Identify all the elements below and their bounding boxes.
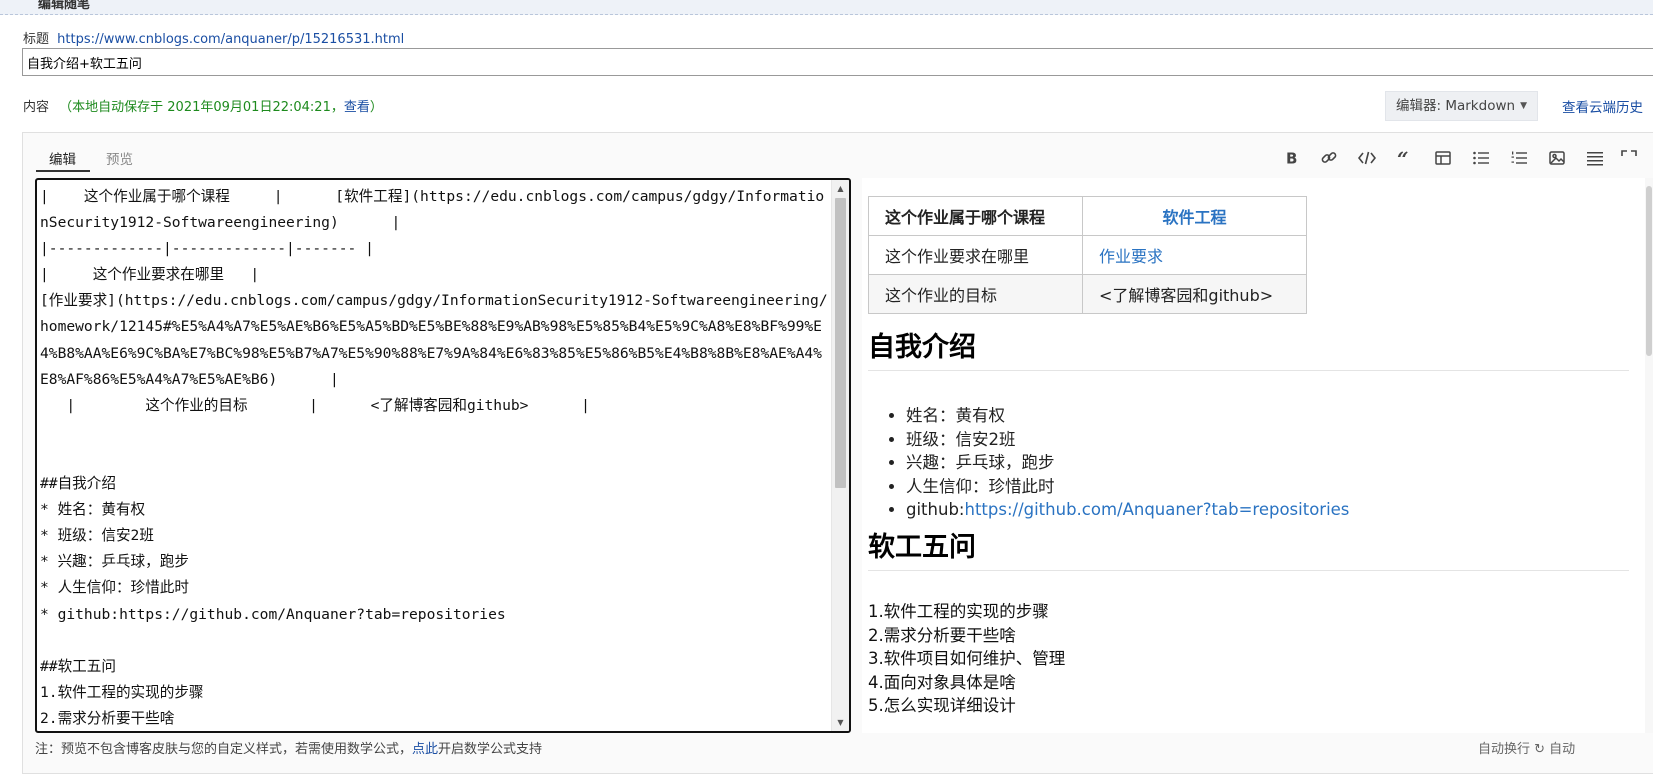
markdown-source-editor[interactable]: | 这个作业属于哪个课程 | [软件工程](https://edu.cnblog… bbox=[35, 178, 851, 733]
list-item: 4.面向对象具体是啥 bbox=[868, 672, 1016, 692]
autosave-status: （本地自动保存于 2021年09月01日22:04:21，查看） bbox=[59, 100, 383, 115]
math-enable-link[interactable]: 点此 bbox=[412, 742, 438, 757]
markdown-source-text[interactable]: | 这个作业属于哪个课程 | [软件工程](https://edu.cnblog… bbox=[40, 184, 830, 731]
table-cell: 这个作业属于哪个课程 bbox=[868, 196, 1083, 236]
fullscreen-icon[interactable] bbox=[1616, 146, 1642, 170]
list-item: 5.怎么实现详细设计 bbox=[868, 696, 1016, 715]
svg-text:“: “ bbox=[1397, 149, 1409, 167]
active-tab-indicator bbox=[36, 170, 90, 172]
table-row: 这个作业的目标 <了解博客园和github> bbox=[868, 274, 1307, 314]
section-header-bar: 编辑随笔 bbox=[0, 0, 1653, 15]
title-label: 标题 bbox=[23, 32, 50, 47]
quote-icon[interactable]: “ bbox=[1392, 146, 1418, 170]
editor-type-select[interactable]: 编辑器: Markdown ▼ bbox=[1385, 91, 1538, 121]
svg-text:B: B bbox=[1286, 150, 1297, 168]
section-header: 编辑随笔 bbox=[38, 0, 91, 12]
image-icon[interactable] bbox=[1544, 146, 1570, 170]
footer-options[interactable]: 自动换行 ↻ 自动 bbox=[1478, 738, 1575, 757]
code-icon[interactable] bbox=[1354, 146, 1380, 170]
autosave-text: （本地自动保存于 2021年09月01日22:04:21， bbox=[59, 100, 344, 115]
autosave-view-link[interactable]: 查看 bbox=[344, 100, 370, 115]
source-scroll-thumb[interactable] bbox=[835, 198, 846, 488]
ordered-list-icon[interactable] bbox=[1506, 146, 1532, 170]
list-item: github:https://github.com/Anquaner?tab=r… bbox=[906, 498, 1349, 522]
table-cell: 这个作业的目标 bbox=[868, 274, 1083, 314]
list-item: 3.软件项目如何维护、管理 bbox=[868, 649, 1066, 668]
list-item: 班级：信安2班 bbox=[906, 428, 1349, 452]
table-cell: 软件工程 bbox=[1082, 196, 1307, 236]
github-prefix: github: bbox=[906, 500, 965, 519]
scroll-down-arrow-icon[interactable]: ▼ bbox=[832, 714, 849, 731]
table-cell: 作业要求 bbox=[1082, 235, 1307, 275]
scroll-up-arrow-icon[interactable]: ▲ bbox=[832, 180, 849, 197]
table-icon[interactable] bbox=[1430, 146, 1456, 170]
requirement-link[interactable]: 作业要求 bbox=[1099, 247, 1163, 266]
preview-scrollbar[interactable] bbox=[1645, 178, 1653, 733]
table-row: 这个作业属于哪个课程 软件工程 bbox=[868, 196, 1307, 236]
source-scrollbar[interactable]: ▲ ▼ bbox=[831, 180, 849, 731]
align-icon[interactable] bbox=[1582, 146, 1608, 170]
intro-list: 姓名：黄有权 班级：信安2班 兴趣：乒乓球，跑步 人生信仰：珍惜此时 githu… bbox=[868, 404, 1349, 522]
table-cell: <了解博客园和github> bbox=[1082, 274, 1307, 314]
title-input[interactable] bbox=[22, 48, 1653, 76]
content-label: 内容 bbox=[23, 100, 50, 115]
table-row: 这个作业要求在哪里 作业要求 bbox=[868, 235, 1307, 275]
five-questions-list: 1.软件工程的实现的步骤 2.需求分析要干些啥 3.软件项目如何维护、管理 4.… bbox=[868, 600, 1065, 718]
footer-note: 注：预览不包含博客皮肤与您的自定义样式，若需使用数学公式，点此开启数学公式支持 bbox=[35, 738, 542, 757]
github-link[interactable]: https://github.com/Anquaner?tab=reposito… bbox=[964, 500, 1349, 519]
post-url-link[interactable]: https://www.cnblogs.com/anquaner/p/15216… bbox=[57, 32, 404, 47]
preview-scroll-thumb[interactable] bbox=[1646, 186, 1652, 356]
markdown-preview: 这个作业属于哪个课程 软件工程 这个作业要求在哪里 作业要求 这个作业的目标 <… bbox=[862, 178, 1653, 733]
preview-table: 这个作业属于哪个课程 软件工程 这个作业要求在哪里 作业要求 这个作业的目标 <… bbox=[868, 196, 1307, 314]
tab-preview[interactable]: 预览 bbox=[106, 148, 133, 168]
autosave-close: ） bbox=[369, 100, 383, 115]
caret-down-icon: ▼ bbox=[1520, 101, 1527, 111]
title-row: 标题 https://www.cnblogs.com/anquaner/p/15… bbox=[23, 28, 404, 47]
footer-note-text: 注：预览不包含博客皮肤与您的自定义样式，若需使用数学公式， bbox=[35, 742, 413, 757]
five-questions-heading: 软工五问 bbox=[868, 528, 1629, 571]
cloud-history-link[interactable]: 查看云端历史 bbox=[1562, 96, 1643, 116]
editor-type-label: 编辑器: Markdown bbox=[1396, 98, 1516, 114]
list-item: 人生信仰：珍惜此时 bbox=[906, 475, 1349, 499]
intro-heading: 自我介绍 bbox=[868, 328, 1629, 371]
unordered-list-icon[interactable] bbox=[1468, 146, 1494, 170]
table-cell: 这个作业要求在哪里 bbox=[868, 235, 1083, 275]
content-row: 内容 （本地自动保存于 2021年09月01日22:04:21，查看） bbox=[23, 96, 383, 115]
tab-edit[interactable]: 编辑 bbox=[49, 148, 76, 168]
list-item: 1.软件工程的实现的步骤 bbox=[868, 602, 1049, 621]
list-item: 兴趣：乒乓球，跑步 bbox=[906, 451, 1349, 475]
list-item: 姓名：黄有权 bbox=[906, 404, 1349, 428]
bold-icon[interactable]: B bbox=[1278, 146, 1304, 170]
course-link[interactable]: 软件工程 bbox=[1162, 208, 1226, 227]
link-icon[interactable] bbox=[1316, 146, 1342, 170]
list-item: 2.需求分析要干些啥 bbox=[868, 625, 1016, 645]
footer-tail-text: 开启数学公式支持 bbox=[438, 742, 543, 757]
